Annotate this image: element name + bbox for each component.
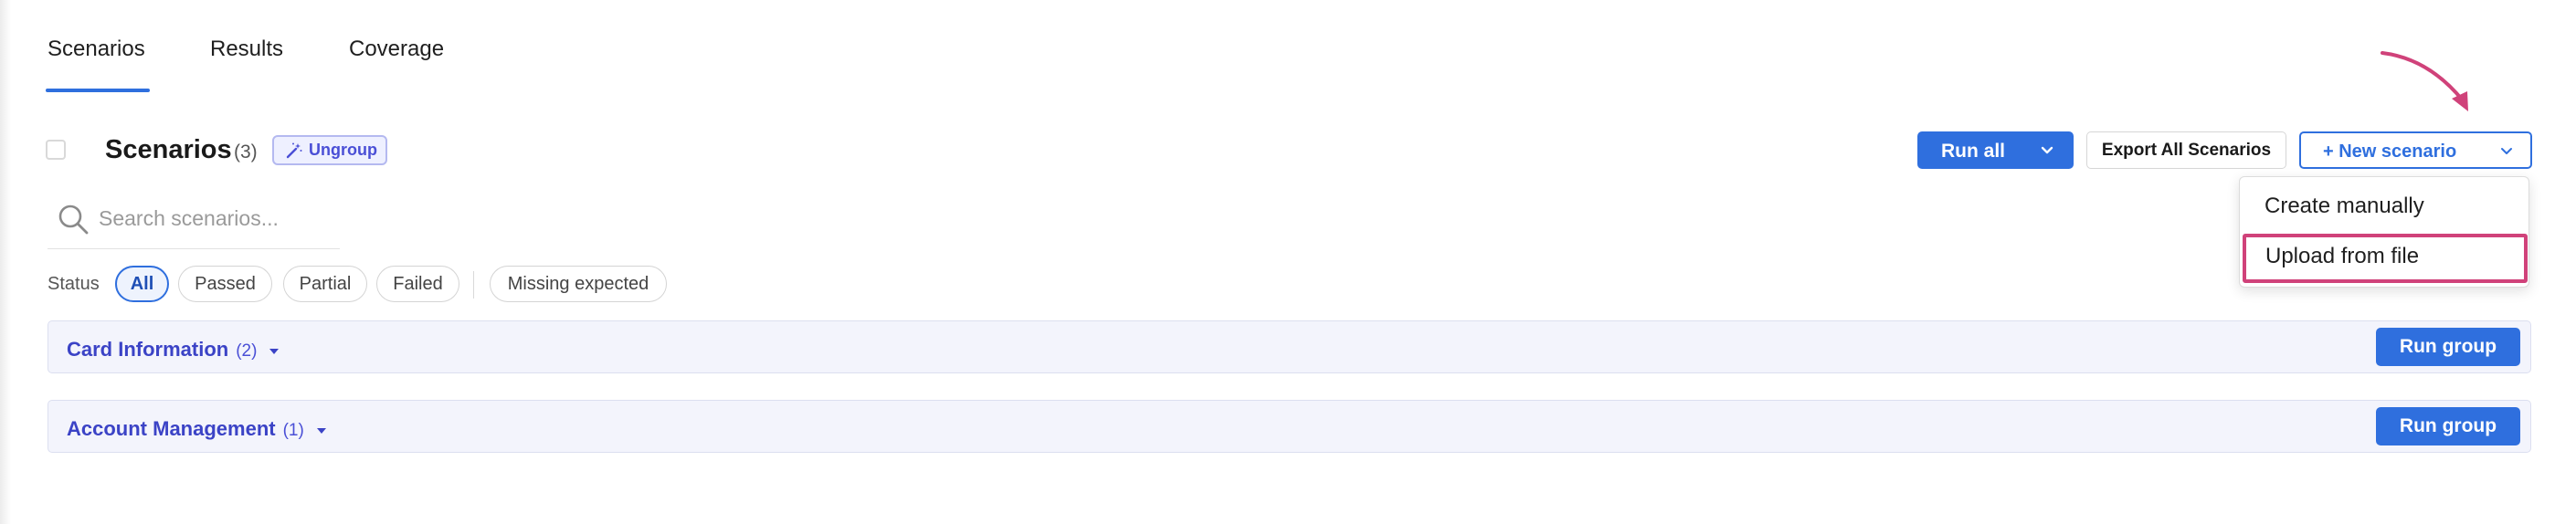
group-count: (2) [236, 341, 258, 361]
curved-arrow-icon [2381, 51, 2468, 111]
group-title: Account Management [67, 417, 276, 440]
tab-results[interactable]: Results [210, 37, 283, 62]
ungroup-button[interactable]: Ungroup [272, 135, 387, 165]
status-filter-label: Status [48, 274, 100, 294]
chevron-down-icon[interactable] [2039, 142, 2055, 159]
scenario-group-card-information: Card Information (2) Run group [48, 320, 2531, 373]
menu-item-upload-from-file[interactable]: Upload from file [2243, 234, 2528, 283]
ungroup-label: Ungroup [309, 141, 377, 159]
filter-chip-all[interactable]: All [115, 266, 169, 302]
new-scenario-label: + New scenario [2323, 141, 2457, 162]
group-toggle[interactable]: Card Information (2) [67, 338, 280, 362]
tab-coverage[interactable]: Coverage [349, 37, 444, 62]
export-all-scenarios-button[interactable]: Export All Scenarios [2086, 131, 2286, 169]
search-icon [58, 204, 89, 235]
new-scenario-menu: Create manually Upload from file [2239, 176, 2529, 288]
filter-chip-failed[interactable]: Failed [376, 266, 459, 302]
run-all-label: Run all [1941, 141, 2006, 162]
select-all-checkbox[interactable] [46, 140, 66, 160]
new-scenario-button[interactable]: + New scenario [2299, 131, 2532, 169]
run-group-button[interactable]: Run group [2376, 407, 2520, 445]
run-all-button[interactable]: Run all [1917, 131, 2074, 169]
filter-chip-partial[interactable]: Partial [283, 266, 367, 302]
window-edge-shadow [0, 0, 11, 524]
caret-down-icon [316, 428, 326, 434]
group-title: Card Information [67, 338, 229, 361]
scenario-count: (3) [234, 141, 258, 162]
run-group-button[interactable]: Run group [2376, 328, 2520, 366]
active-tab-indicator [46, 89, 150, 92]
scenario-group-account-management: Account Management (1) Run group [48, 400, 2531, 453]
group-toggle[interactable]: Account Management (1) [67, 417, 328, 441]
tab-scenarios[interactable]: Scenarios [48, 37, 145, 62]
search-box [48, 192, 340, 249]
filter-chip-passed[interactable]: Passed [178, 266, 272, 302]
menu-item-create-manually[interactable]: Create manually [2240, 194, 2528, 219]
search-input[interactable] [99, 203, 336, 234]
filter-chip-missing-expected[interactable]: Missing expected [490, 266, 667, 302]
chevron-down-icon[interactable] [2498, 143, 2515, 160]
caret-down-icon [269, 349, 280, 354]
magic-wand-icon [286, 142, 302, 158]
filter-divider [473, 271, 474, 299]
page-title: Scenarios [105, 135, 232, 164]
group-count: (1) [282, 421, 304, 440]
